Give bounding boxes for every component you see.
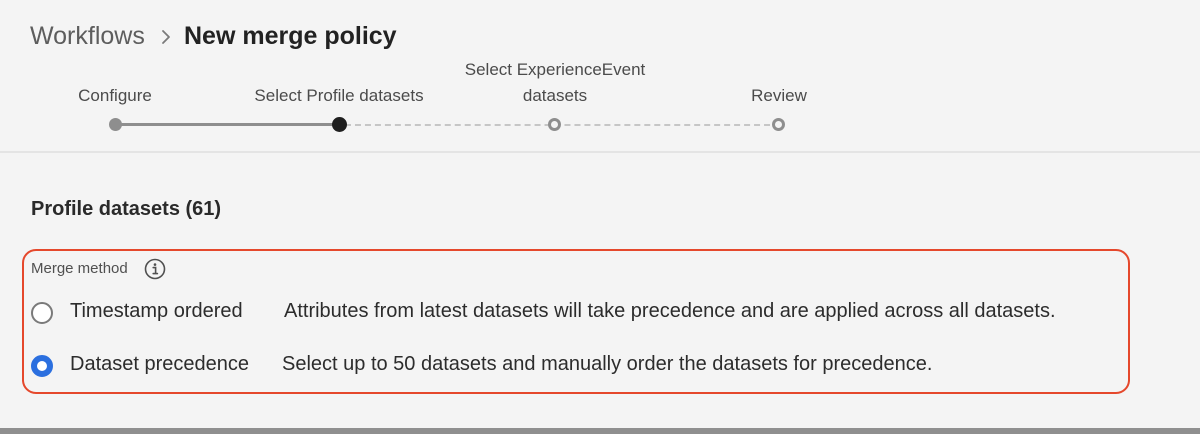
- stepper-track-complete: [115, 123, 340, 126]
- chevron-right-icon: [162, 30, 170, 44]
- step-node-review[interactable]: [772, 118, 785, 131]
- merge-method-label: Merge method: [31, 260, 128, 277]
- info-icon[interactable]: [144, 258, 166, 280]
- radio-dataset-precedence[interactable]: [31, 355, 53, 377]
- workflow-header: Workflows New merge policy Configure Sel…: [0, 0, 1200, 152]
- step-node-profile-datasets[interactable]: [332, 117, 347, 132]
- stepper-track-pending: [345, 124, 780, 126]
- step-node-experienceevent[interactable]: [548, 118, 561, 131]
- header-divider: [0, 151, 1200, 153]
- page-title: New merge policy: [184, 22, 397, 50]
- breadcrumb-workflows-link[interactable]: Workflows: [30, 22, 145, 51]
- radio-timestamp-ordered[interactable]: [31, 302, 53, 324]
- step-label-configure: Configure: [78, 86, 152, 105]
- radio-description-dataset-precedence: Select up to 50 datasets and manually or…: [282, 353, 933, 375]
- step-label-experienceevent-line1: Select ExperienceEvent: [464, 60, 646, 79]
- step-label-profile-datasets: Select Profile datasets: [254, 86, 424, 105]
- radio-label-dataset-precedence[interactable]: Dataset precedence: [70, 353, 249, 376]
- step-node-configure[interactable]: [109, 118, 122, 131]
- step-label-review: Review: [751, 86, 807, 105]
- radio-description-timestamp-ordered: Attributes from latest datasets will tak…: [284, 300, 1056, 322]
- bottom-divider: [0, 428, 1200, 434]
- step-label-experienceevent-line2: datasets: [522, 86, 588, 105]
- radio-label-timestamp-ordered[interactable]: Timestamp ordered: [70, 300, 243, 323]
- section-title: Profile datasets (61): [31, 198, 222, 220]
